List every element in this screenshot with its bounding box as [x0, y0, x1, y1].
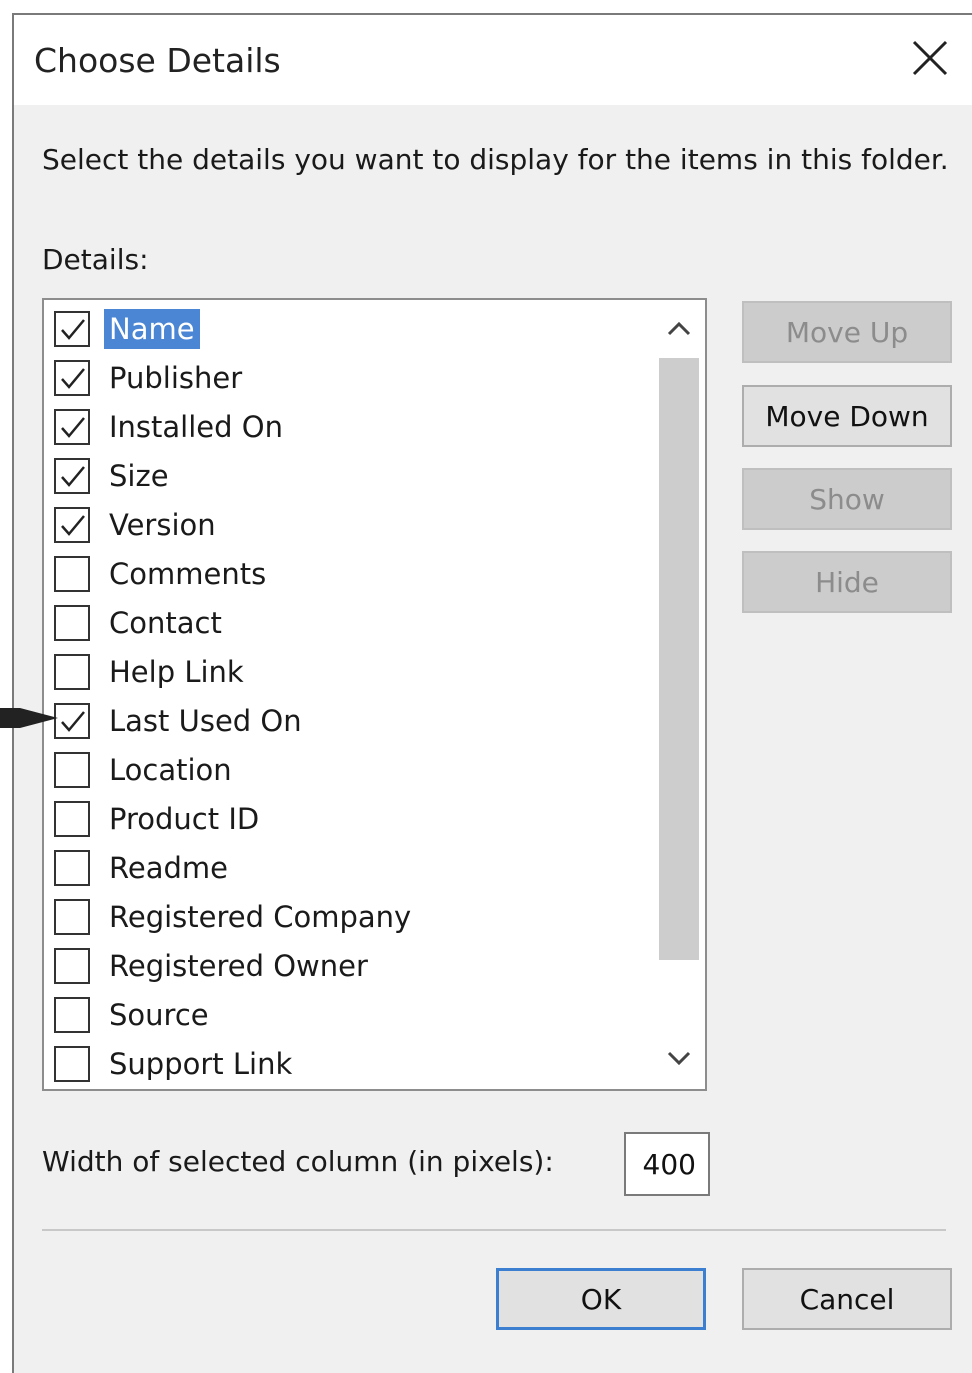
dialog-title: Choose Details [34, 41, 281, 80]
list-item[interactable]: Product ID [54, 796, 264, 842]
list-item-label: Size [109, 459, 169, 493]
details-label: Details: [42, 243, 149, 276]
list-item[interactable]: Support Link [54, 1041, 297, 1087]
checkbox[interactable] [54, 556, 90, 592]
list-item-label: Name [104, 309, 200, 349]
show-button[interactable]: Show [742, 468, 952, 530]
checkmark-icon [61, 417, 85, 438]
checkmark-icon [61, 515, 85, 536]
checkbox[interactable] [54, 752, 90, 788]
list-item[interactable]: Registered Company [54, 894, 416, 940]
pointer-arrow-icon [0, 708, 58, 728]
list-item-label: Registered Owner [109, 949, 368, 983]
list-item[interactable]: Last Used On [54, 698, 307, 744]
list-item[interactable]: Registered Owner [54, 943, 373, 989]
scroll-up-icon[interactable] [663, 314, 695, 346]
list-item-label: Support Link [109, 1047, 293, 1081]
list-item[interactable]: Source [54, 992, 214, 1038]
instructions-text: Select the details you want to display f… [42, 143, 949, 176]
checkmark-icon [61, 711, 85, 732]
list-item-label: Contact [109, 606, 222, 640]
checkbox[interactable] [54, 458, 90, 494]
checkbox[interactable] [54, 360, 90, 396]
title-bar: Choose Details [14, 15, 972, 105]
list-item-label: Help Link [109, 655, 244, 689]
scroll-down-icon[interactable] [663, 1041, 695, 1073]
checkbox[interactable] [54, 507, 90, 543]
checkmark-icon [61, 319, 85, 340]
hide-button[interactable]: Hide [742, 551, 952, 613]
list-item[interactable]: Publisher [54, 355, 247, 401]
scroll-thumb[interactable] [659, 358, 699, 960]
list-item[interactable]: Version [54, 502, 221, 548]
ok-button[interactable]: OK [496, 1268, 706, 1330]
checkbox[interactable] [54, 1046, 90, 1082]
list-item[interactable]: Help Link [54, 649, 249, 695]
list-item-label: Version [109, 508, 216, 542]
checkbox[interactable] [54, 997, 90, 1033]
list-item[interactable]: Installed On [54, 404, 288, 450]
divider [42, 1229, 946, 1231]
close-icon[interactable] [911, 39, 949, 77]
checkbox[interactable] [54, 654, 90, 690]
column-width-label: Width of selected column (in pixels): [42, 1145, 554, 1178]
list-item[interactable]: Location [54, 747, 237, 793]
list-item-label: Publisher [109, 361, 243, 395]
choose-details-dialog: Choose Details Select the details you wa… [12, 13, 972, 1373]
checkbox[interactable] [54, 311, 90, 347]
checkbox[interactable] [54, 605, 90, 641]
list-item-label: Installed On [109, 410, 283, 444]
list-item[interactable]: Comments [54, 551, 271, 597]
list-item-label: Last Used On [109, 704, 302, 738]
checkbox[interactable] [54, 409, 90, 445]
list-item-label: Source [109, 998, 209, 1032]
cancel-button[interactable]: Cancel [742, 1268, 952, 1330]
checkbox[interactable] [54, 899, 90, 935]
checkmark-icon [61, 466, 85, 487]
checkbox[interactable] [54, 850, 90, 886]
list-item-label: Comments [109, 557, 267, 591]
details-listbox[interactable]: Name Publisher Installed On Size Version Comm… [42, 298, 707, 1091]
list-item-label: Readme [109, 851, 228, 885]
checkmark-icon [61, 368, 85, 389]
list-item[interactable]: Readme [54, 845, 233, 891]
listbox-scrollbar[interactable] [653, 300, 705, 1089]
column-width-input[interactable] [624, 1132, 710, 1196]
move-up-button[interactable]: Move Up [742, 301, 952, 363]
list-item[interactable]: Contact [54, 600, 227, 646]
move-down-button[interactable]: Move Down [742, 385, 952, 447]
checkbox[interactable] [54, 948, 90, 984]
list-item-label: Product ID [109, 802, 260, 836]
list-item-label: Location [109, 753, 232, 787]
list-item[interactable]: Size [54, 453, 174, 499]
list-item-label: Registered Company [109, 900, 412, 934]
checkbox[interactable] [54, 801, 90, 837]
list-item[interactable]: Name [54, 306, 200, 352]
